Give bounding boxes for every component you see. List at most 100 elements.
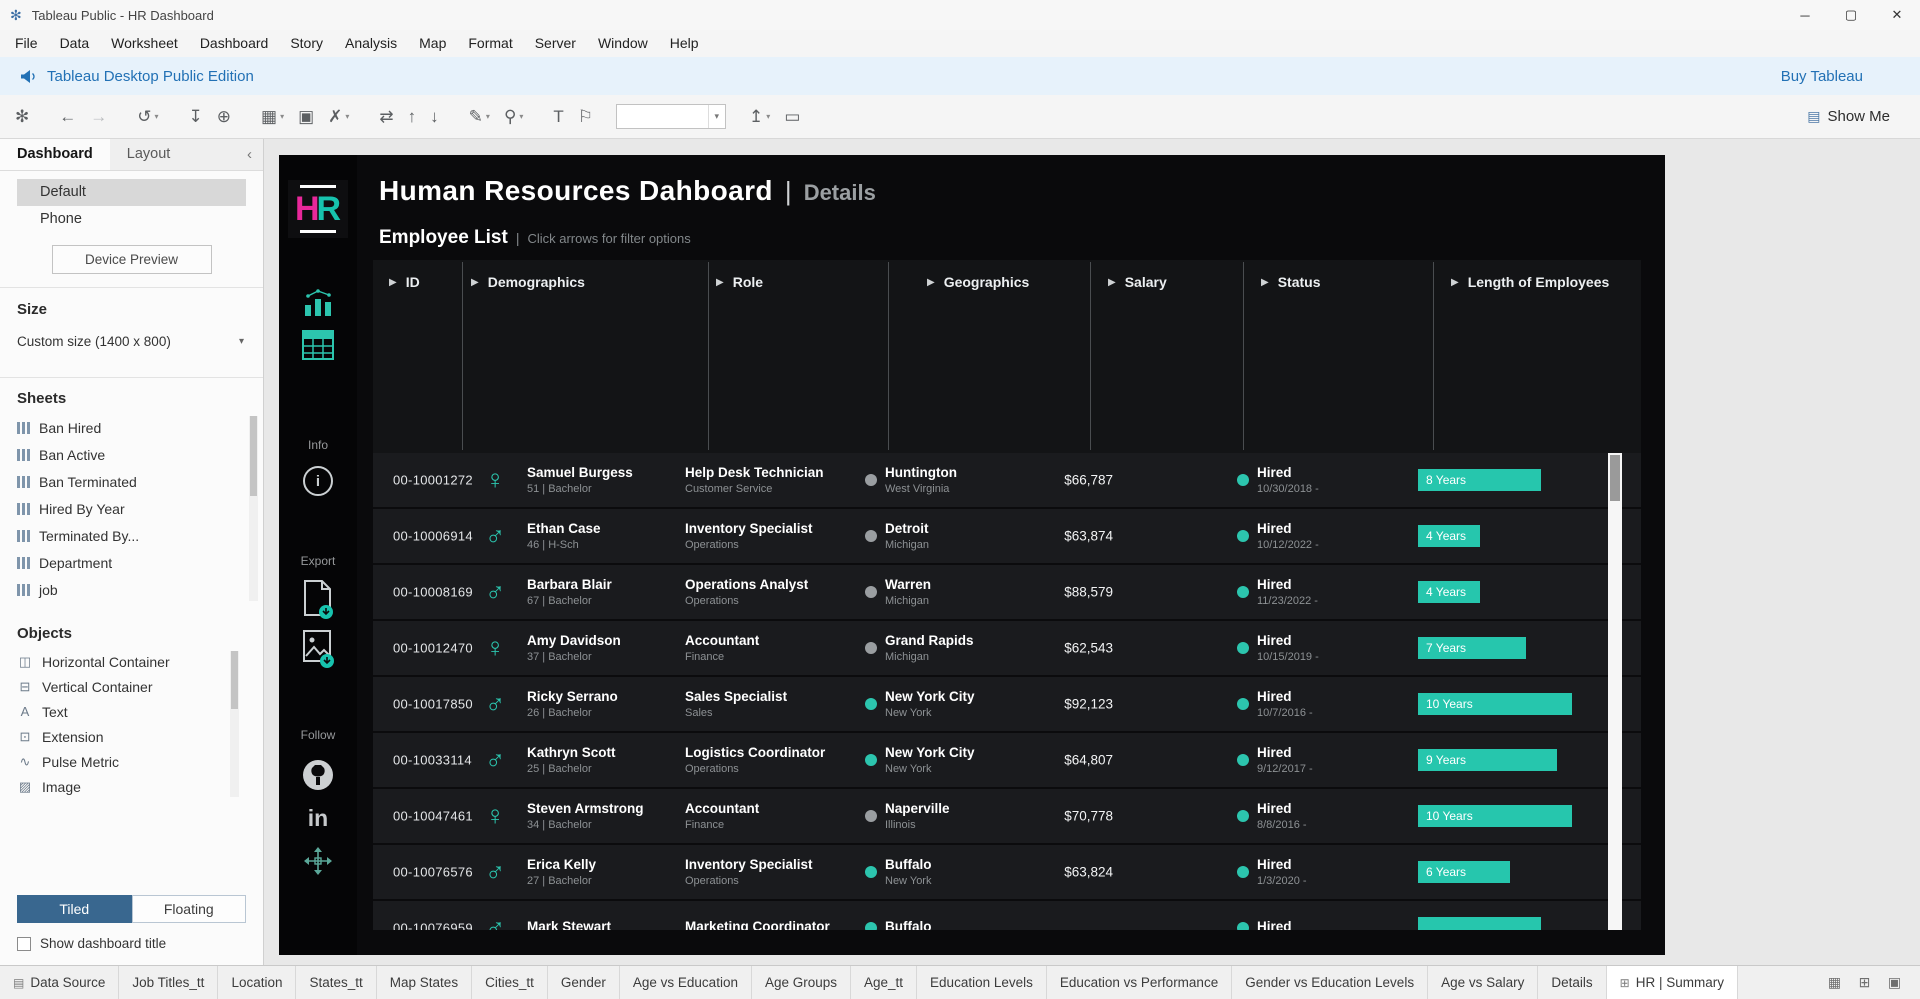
filter-arrow-icon[interactable]: ▶	[1451, 277, 1459, 288]
table-row[interactable]: 00-10008169♂Barbara Blair67 | BachelorOp…	[373, 565, 1641, 621]
menu-file[interactable]: File	[4, 30, 49, 57]
export-image-icon[interactable]	[301, 628, 335, 668]
show-me-button[interactable]: ▤ Show Me	[1807, 108, 1890, 125]
table-row[interactable]: 00-10001272♀Samuel Burgess51 | BachelorH…	[373, 453, 1641, 509]
tab-education-levels[interactable]: Education Levels	[917, 966, 1047, 999]
text-label-icon[interactable]: T	[546, 102, 570, 132]
clear-sheet-icon[interactable]: ✗▾	[321, 102, 356, 132]
scrollbar-thumb[interactable]	[231, 651, 238, 709]
table-row[interactable]: 00-10076576♂Erica Kelly27 | BachelorInve…	[373, 845, 1641, 901]
save-icon[interactable]: ↧	[182, 102, 210, 132]
duplicate-icon[interactable]: ▣	[291, 102, 321, 132]
menu-story[interactable]: Story	[279, 30, 334, 57]
tab-location[interactable]: Location	[218, 966, 296, 999]
table-row[interactable]: 00-10076959♂Mark StewartMarketing Coordi…	[373, 901, 1641, 930]
new-story-button[interactable]: ▣	[1881, 974, 1908, 991]
filter-arrow-icon[interactable]: ▶	[1261, 277, 1269, 288]
replay-icon[interactable]: ↺▾	[130, 102, 165, 132]
highlight-icon[interactable]: ✎▾	[462, 102, 497, 132]
minimize-button[interactable]: ─	[1782, 0, 1828, 30]
object-pulse-metric[interactable]: ∿Pulse Metric	[0, 749, 263, 774]
filter-arrow-icon[interactable]: ▶	[716, 277, 724, 288]
tab-age-vs-salary[interactable]: Age vs Salary	[1428, 966, 1538, 999]
menu-window[interactable]: Window	[587, 30, 659, 57]
export-pdf-icon[interactable]	[301, 580, 335, 620]
fit-selector[interactable]: ▾	[616, 104, 726, 129]
column-header-demographics[interactable]: ▶Demographics	[471, 274, 585, 290]
column-header-geographics[interactable]: ▶Geographics	[927, 274, 1029, 290]
table-scrollbar-thumb[interactable]	[1610, 455, 1620, 501]
filter-arrow-icon[interactable]: ▶	[1108, 277, 1116, 288]
github-icon[interactable]	[301, 758, 335, 792]
objects-scrollbar[interactable]	[230, 651, 239, 797]
menu-data[interactable]: Data	[49, 30, 101, 57]
table-scrollbar[interactable]	[1608, 453, 1622, 930]
tab-age-tt[interactable]: Age_tt	[851, 966, 917, 999]
buy-tableau-link[interactable]: Buy Tableau	[1781, 68, 1863, 85]
table-row[interactable]: 00-10006914♂Ethan Case46 | H-SchInventor…	[373, 509, 1641, 565]
column-header-length-of-employees[interactable]: ▶Length of Employees	[1451, 274, 1609, 290]
maximize-button[interactable]: ▢	[1828, 0, 1874, 30]
new-worksheet-icon[interactable]: ▦▾	[254, 102, 291, 132]
table-view-icon[interactable]	[302, 330, 334, 360]
tab-data-source[interactable]: ▤Data Source	[0, 966, 119, 999]
filter-arrow-icon[interactable]: ▶	[389, 277, 397, 288]
filter-arrow-icon[interactable]: ▶	[927, 277, 935, 288]
table-row[interactable]: 00-10033114♂Kathryn Scott25 | BachelorLo…	[373, 733, 1641, 789]
undo-icon[interactable]: ←	[52, 102, 83, 132]
move-icon[interactable]	[303, 846, 333, 876]
filter-arrow-icon[interactable]: ▶	[471, 277, 479, 288]
tab-age-groups[interactable]: Age Groups	[752, 966, 851, 999]
sheet-department[interactable]: Department	[0, 549, 263, 576]
tab-details[interactable]: Details	[1538, 966, 1606, 999]
show-dashboard-title-checkbox[interactable]	[17, 937, 31, 951]
tableau-logo-icon[interactable]: ✻	[8, 102, 36, 132]
column-header-id[interactable]: ▶ID	[389, 274, 420, 290]
info-icon[interactable]: i	[303, 466, 333, 496]
sort-descending-icon[interactable]: ↓	[423, 102, 446, 132]
tab-states-tt[interactable]: States_tt	[296, 966, 376, 999]
tab-map-states[interactable]: Map States	[377, 966, 472, 999]
sheets-scrollbar[interactable]	[249, 416, 258, 601]
scrollbar-thumb[interactable]	[250, 416, 257, 496]
sheet-terminated-by[interactable]: Terminated By...	[0, 522, 263, 549]
tab-age-vs-education[interactable]: Age vs Education	[620, 966, 752, 999]
column-header-salary[interactable]: ▶Salary	[1108, 274, 1167, 290]
presentation-mode-icon[interactable]: ▭	[777, 102, 807, 132]
tab-job-titles-tt[interactable]: Job Titles_tt	[119, 966, 218, 999]
collapse-panel-icon[interactable]: ‹	[236, 139, 263, 170]
menu-dashboard[interactable]: Dashboard	[189, 30, 280, 57]
object-horizontal-container[interactable]: ◫Horizontal Container	[0, 649, 263, 674]
tiled-button[interactable]: Tiled	[17, 895, 132, 923]
linkedin-icon[interactable]: in	[308, 807, 328, 830]
menu-help[interactable]: Help	[659, 30, 710, 57]
tab-gender-vs-education-levels[interactable]: Gender vs Education Levels	[1232, 966, 1428, 999]
chevron-down-icon[interactable]: ▾	[708, 105, 726, 128]
menu-server[interactable]: Server	[524, 30, 587, 57]
attachment-icon[interactable]: ⚲▾	[497, 102, 530, 132]
table-row[interactable]: 00-10047461♀Steven Armstrong34 | Bachelo…	[373, 789, 1641, 845]
sheet-job[interactable]: job	[0, 576, 263, 603]
table-row[interactable]: 00-10017850♂Ricky Serrano26 | BachelorSa…	[373, 677, 1641, 733]
tab-gender[interactable]: Gender	[548, 966, 620, 999]
sheet-hired-by-year[interactable]: Hired By Year	[0, 495, 263, 522]
new-data-source-icon[interactable]: ⊕	[210, 102, 238, 132]
tab-layout[interactable]: Layout	[110, 139, 188, 170]
object-vertical-container[interactable]: ⊟Vertical Container	[0, 674, 263, 699]
object-extension[interactable]: ⊡Extension	[0, 724, 263, 749]
mode-default[interactable]: Default	[17, 179, 246, 206]
column-header-role[interactable]: ▶Role	[716, 274, 763, 290]
object-image[interactable]: ▨Image	[0, 774, 263, 799]
sheet-ban-active[interactable]: Ban Active	[0, 441, 263, 468]
menu-map[interactable]: Map	[408, 30, 457, 57]
new-worksheet-button[interactable]: ▦	[1821, 974, 1848, 991]
sheet-ban-hired[interactable]: Ban Hired	[0, 414, 263, 441]
object-text[interactable]: AText	[0, 699, 263, 724]
chart-view-icon[interactable]	[303, 288, 333, 316]
floating-button[interactable]: Floating	[132, 895, 247, 923]
swap-axes-icon[interactable]: ⇄	[372, 102, 400, 132]
share-icon[interactable]: ↥▾	[742, 102, 777, 132]
tab-cities-tt[interactable]: Cities_tt	[472, 966, 548, 999]
table-row[interactable]: 00-10012470♀Amy Davidson37 | BachelorAcc…	[373, 621, 1641, 677]
redo-icon[interactable]: →	[83, 102, 114, 132]
